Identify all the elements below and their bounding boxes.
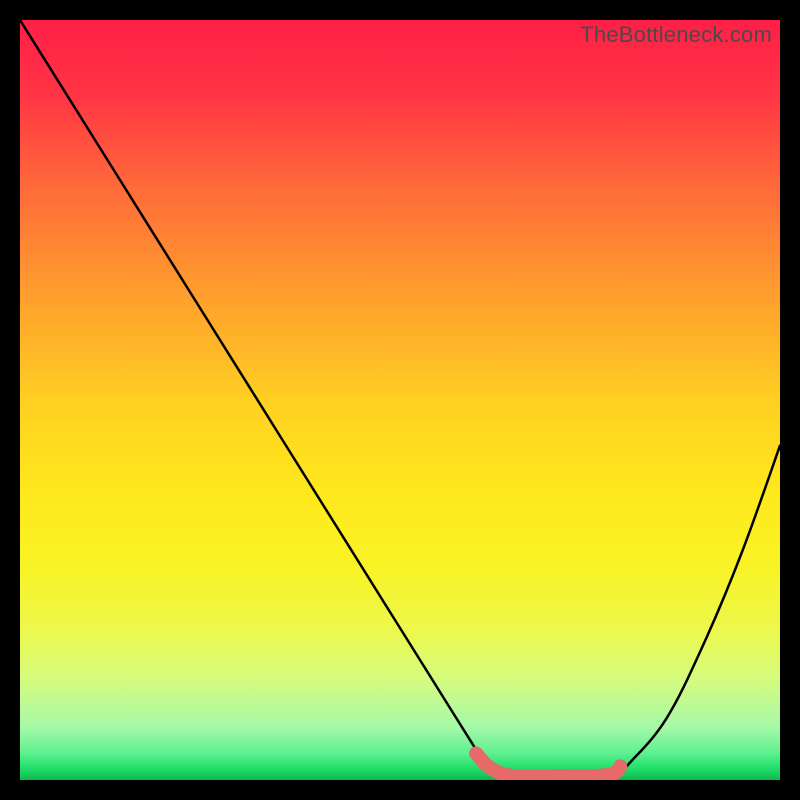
highlight-end-marker (614, 760, 626, 772)
bottleneck-chart (20, 20, 780, 780)
chart-frame: TheBottleneck.com (20, 20, 780, 780)
watermark-text: TheBottleneck.com (580, 22, 772, 48)
gradient-background (20, 20, 780, 780)
